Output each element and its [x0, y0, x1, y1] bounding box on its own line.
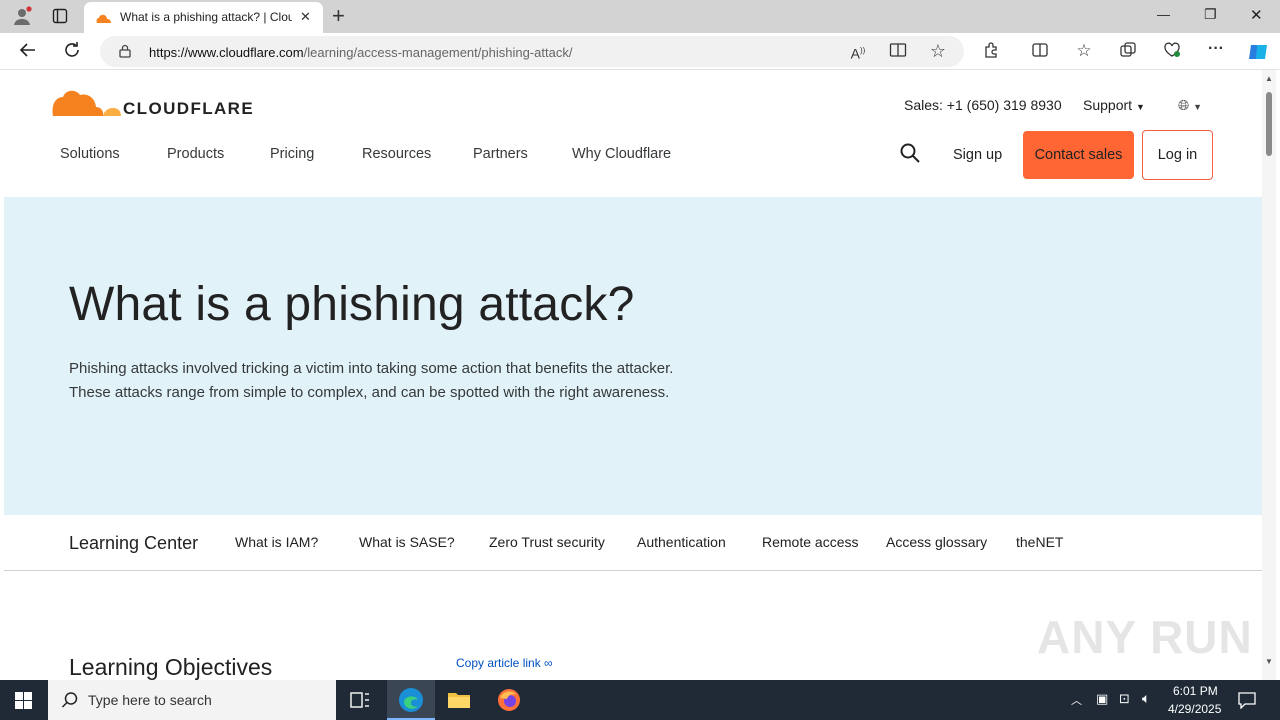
log-in-button[interactable]: Log in	[1142, 130, 1213, 180]
nav-solutions[interactable]: Solutions	[60, 146, 120, 162]
close-tab-icon[interactable]: ✕	[300, 9, 311, 25]
split-screen-icon[interactable]	[1030, 41, 1050, 61]
taskbar-search-box[interactable]: Type here to search	[48, 680, 336, 720]
cloudflare-favicon-icon	[94, 11, 112, 23]
scroll-down-arrow-icon[interactable]: ▼	[1265, 657, 1273, 666]
extensions-icon[interactable]	[982, 41, 1002, 61]
hero-description-line-1: Phishing attacks involved tricking a vic…	[69, 360, 674, 377]
sales-phone[interactable]: Sales: +1 (650) 319 8930	[904, 97, 1062, 113]
active-tab[interactable]: What is a phishing attack? | Cloudflare …	[84, 2, 323, 33]
more-options-icon[interactable]: ···	[1206, 39, 1226, 59]
firefox-icon[interactable]	[497, 688, 521, 712]
browser-tab-bar: What is a phishing attack? | Cloudflare …	[0, 0, 1280, 33]
clock-time[interactable]: 6:01 PM	[1173, 684, 1218, 698]
hero-description-line-2: These attacks range from simple to compl…	[69, 384, 670, 401]
subnav-thenet[interactable]: theNET	[1016, 534, 1063, 550]
address-bar[interactable]: https://www.cloudflare.com/learning/acce…	[100, 36, 964, 67]
taskbar-search-placeholder: Type here to search	[88, 692, 212, 708]
contact-sales-button[interactable]: Contact sales	[1023, 131, 1134, 179]
nav-products[interactable]: Products	[167, 146, 224, 162]
page-title: What is a phishing attack?	[69, 278, 635, 331]
minimize-window-icon[interactable]: —	[1157, 7, 1170, 22]
copy-article-link-label: Copy article link	[456, 656, 541, 670]
subnav-zero-trust[interactable]: Zero Trust security	[489, 534, 605, 550]
scroll-up-arrow-icon[interactable]: ▲	[1265, 74, 1273, 83]
favorites-icon[interactable]: ☆	[1074, 41, 1094, 61]
chevron-down-icon: ▼	[1135, 102, 1145, 112]
nav-resources[interactable]: Resources	[362, 146, 431, 162]
url-path: /learning/access-management/phishing-att…	[303, 45, 573, 60]
nav-partners[interactable]: Partners	[473, 146, 528, 162]
read-aloud-icon[interactable]: A))	[848, 41, 868, 62]
nav-why-cloudflare[interactable]: Why Cloudflare	[572, 146, 671, 162]
browser-toolbar: https://www.cloudflare.com/learning/acce…	[0, 33, 1280, 70]
close-window-icon[interactable]: ✕	[1250, 6, 1263, 24]
page-scrollbar[interactable]: ▲ ▼	[1262, 70, 1276, 680]
network-icon[interactable]: ⊡	[1119, 691, 1130, 707]
restore-window-icon[interactable]: ❐	[1204, 6, 1217, 23]
file-explorer-icon[interactable]	[447, 690, 471, 710]
cloudflare-logo[interactable]: CLOUDFLARE	[51, 86, 261, 120]
subnav-what-is-sase[interactable]: What is SASE?	[359, 534, 455, 550]
volume-icon[interactable]: 🔈︎	[1142, 690, 1150, 707]
learning-center-nav: Learning Center What is IAM? What is SAS…	[4, 515, 1262, 571]
back-icon[interactable]	[18, 41, 38, 61]
profile-avatar-icon[interactable]	[12, 6, 32, 26]
immersive-reader-icon[interactable]	[888, 41, 908, 61]
edge-taskbar-icon[interactable]	[387, 680, 435, 720]
windows-taskbar: Type here to search ︿ ▣ ⊡ 🔈︎ 6:01 PM 4/2…	[0, 680, 1280, 720]
clock-date[interactable]: 4/29/2025	[1168, 702, 1221, 716]
sign-up-link[interactable]: Sign up	[953, 147, 1002, 163]
task-view-icon[interactable]	[350, 691, 370, 709]
support-label: Support	[1083, 97, 1133, 113]
copilot-icon[interactable]	[1246, 40, 1270, 64]
web-page: CLOUDFLARE Sales: +1 (650) 319 8930 Supp…	[4, 70, 1262, 680]
logo-wordmark: CLOUDFLARE	[123, 99, 255, 118]
favorite-star-icon[interactable]: ☆	[928, 41, 948, 61]
tab-title: What is a phishing attack? | Cloudflare	[120, 10, 292, 24]
url-host: https://www.cloudflare.com	[149, 45, 304, 60]
refresh-icon[interactable]	[62, 41, 82, 61]
copy-article-link[interactable]: Copy article link ∞	[456, 656, 553, 670]
language-selector[interactable]: 🌐︎ ▼	[1178, 97, 1202, 114]
anyrun-watermark: ANY RUN	[1037, 611, 1253, 663]
url-text[interactable]: https://www.cloudflare.com/learning/acce…	[149, 45, 572, 60]
browser-essentials-icon[interactable]	[1162, 41, 1182, 61]
search-icon	[61, 691, 79, 709]
show-hidden-icons-icon[interactable]: ︿	[1071, 692, 1082, 708]
scrollbar-thumb[interactable]	[1266, 92, 1272, 156]
windows-start-icon[interactable]	[15, 692, 32, 709]
learning-objectives-heading: Learning Objectives	[69, 654, 273, 680]
subnav-authentication[interactable]: Authentication	[637, 534, 726, 550]
learning-center-title[interactable]: Learning Center	[69, 533, 198, 554]
subnav-remote-access[interactable]: Remote access	[762, 534, 858, 550]
tab-actions-icon[interactable]	[52, 8, 68, 24]
hero-description: Phishing attacks involved tricking a vic…	[69, 357, 769, 405]
notifications-icon[interactable]	[1238, 691, 1256, 710]
search-icon[interactable]	[899, 142, 921, 164]
collections-icon[interactable]	[1118, 41, 1138, 61]
nav-pricing[interactable]: Pricing	[270, 146, 314, 162]
meeting-icon[interactable]: ▣	[1096, 691, 1108, 707]
cloudflare-cloud-icon	[52, 90, 121, 116]
support-menu[interactable]: Support ▼	[1083, 97, 1145, 113]
subnav-access-glossary[interactable]: Access glossary	[886, 534, 987, 550]
lock-icon[interactable]	[118, 44, 132, 58]
subnav-what-is-iam[interactable]: What is IAM?	[235, 534, 318, 550]
new-tab-icon[interactable]: +	[332, 3, 345, 29]
chevron-down-icon: ▼	[1193, 102, 1203, 112]
link-icon: ∞	[544, 656, 553, 670]
hero-section: What is a phishing attack? Phishing atta…	[4, 197, 1262, 515]
globe-icon: 🌐︎	[1178, 97, 1190, 113]
